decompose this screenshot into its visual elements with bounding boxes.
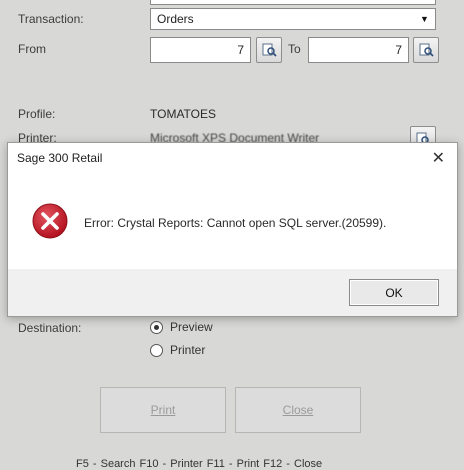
transaction-combo[interactable]: Orders ▼: [150, 8, 436, 30]
shortcut-hints: F5 - Search F10 - Printer F11 - Print F1…: [76, 458, 323, 470]
to-label: To: [288, 42, 301, 56]
lookup-icon: [419, 43, 434, 57]
from-input[interactable]: 7: [150, 37, 251, 63]
profile-value: TOMATOES: [150, 107, 217, 121]
profile-label: Profile:: [18, 107, 56, 121]
radio-checked-icon[interactable]: [150, 320, 163, 334]
close-icon[interactable]: ✕: [432, 148, 445, 168]
error-dialog: Sage 300 Retail ✕ Error: Crystal Reports…: [7, 142, 458, 317]
from-lookup-button[interactable]: [256, 37, 282, 63]
transaction-label: Transaction:: [18, 12, 84, 26]
error-icon: [32, 203, 68, 239]
transaction-value: Orders: [157, 12, 194, 26]
lookup-icon: [262, 43, 277, 57]
previous-field-edge: [150, 0, 436, 5]
destination-preview-radio[interactable]: Preview: [150, 320, 213, 334]
destination-printer-label: Printer: [170, 343, 206, 357]
error-message: Error: Crystal Reports: Cannot open SQL …: [84, 216, 387, 230]
radio-unchecked-icon[interactable]: [150, 343, 163, 357]
dialog-body: Error: Crystal Reports: Cannot open SQL …: [8, 173, 457, 269]
destination-label: Destination:: [18, 321, 82, 335]
dropdown-arrow-icon[interactable]: ▼: [418, 12, 431, 26]
to-lookup-button[interactable]: [413, 37, 439, 63]
dialog-footer: OK: [8, 269, 457, 316]
close-button[interactable]: Close: [235, 387, 361, 433]
to-input[interactable]: 7: [308, 37, 409, 63]
destination-printer-radio[interactable]: Printer: [150, 343, 205, 357]
from-label: From: [18, 42, 46, 56]
destination-preview-label: Preview: [170, 320, 213, 334]
dialog-title: Sage 300 Retail: [17, 151, 103, 165]
ok-button[interactable]: OK: [349, 279, 439, 306]
print-button[interactable]: Print: [100, 387, 226, 433]
